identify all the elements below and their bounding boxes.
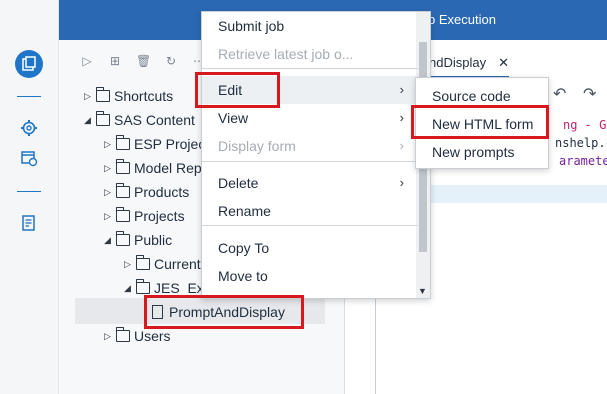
tree-item-label: ESP Project (134, 136, 210, 152)
submenu-item-new-prompts[interactable]: New prompts (416, 138, 548, 166)
code-line: nshelp.c (555, 136, 607, 150)
jobs-icon[interactable] (20, 149, 38, 167)
highlight-box-new-html-form (411, 105, 549, 139)
tree-item[interactable]: ▷ Current (124, 254, 201, 274)
chevron-down-icon[interactable]: ▼ (418, 286, 427, 296)
context-menu: ▼ Submit job Retrieve latest job o... Edit… (201, 11, 431, 299)
tree-item-label: Model Rep (134, 160, 202, 176)
refresh-icon[interactable]: ↻ (164, 54, 178, 68)
menu-item-copy-to[interactable]: Copy To (202, 234, 418, 262)
code-line: arameter (559, 154, 607, 168)
menu-item-rename[interactable]: Rename (202, 197, 418, 225)
menu-item-label: Rename (218, 203, 271, 219)
folder-icon (135, 279, 150, 294)
menu-item-retrieve-latest-job-o: Retrieve latest job o... (202, 40, 418, 68)
folder-icon (115, 231, 130, 246)
menu-item-label: Retrieve latest job o... (218, 46, 354, 62)
tree-item[interactable]: ▷ Users (104, 326, 171, 346)
tree-item-label: Current (154, 256, 201, 272)
menu-item-label: Move to (218, 268, 268, 284)
folder-icon (95, 87, 110, 102)
menu-item-label: Display form (218, 138, 296, 154)
tree-item[interactable]: ▷ Projects (104, 206, 185, 226)
folder-icon (115, 327, 130, 342)
play-icon[interactable]: ▷ (80, 54, 94, 68)
menu-divider (202, 161, 418, 162)
tab-promptanddisplay[interactable]: ndDisplay ✕ (429, 48, 509, 78)
caret-collapsed-icon[interactable]: ▷ (84, 86, 94, 106)
menu-item-move-to[interactable]: Move to (202, 262, 418, 290)
close-icon[interactable]: ✕ (498, 48, 509, 78)
gear-icon[interactable] (20, 119, 38, 137)
content-icon[interactable] (15, 50, 43, 78)
tree-item[interactable]: ▷ Products (104, 182, 189, 202)
chevron-right-icon: › (399, 110, 404, 125)
caret-collapsed-icon[interactable]: ▷ (104, 158, 114, 178)
folder-icon (95, 111, 110, 126)
tree-item[interactable]: ◢ Public (104, 230, 172, 250)
caret-collapsed-icon[interactable]: ▷ (104, 206, 114, 226)
tree-item[interactable]: ▷ Shortcuts (84, 86, 173, 106)
chevron-right-icon: › (399, 175, 404, 190)
tree-item[interactable]: ▷ ESP Project (104, 134, 209, 154)
tree-item-label: Shortcuts (114, 88, 174, 104)
menu-divider (202, 225, 418, 226)
caret-expanded-icon[interactable]: ◢ (104, 230, 114, 250)
highlight-box-promptanddisplay (144, 295, 304, 329)
chevron-right-icon: › (399, 138, 404, 153)
tree-item-label: Public (134, 232, 173, 248)
tab-label: ndDisplay (429, 55, 487, 70)
tree-item-label: SAS Content (114, 112, 195, 128)
tree-item-label: Users (134, 328, 171, 344)
app-title: b Execution (428, 12, 496, 27)
log-icon[interactable] (20, 214, 38, 232)
folder-icon (115, 135, 130, 150)
tree-item-label: Projects (134, 208, 185, 224)
caret-expanded-icon[interactable]: ◢ (124, 278, 134, 298)
highlight-box-edit (195, 72, 280, 108)
new-icon[interactable]: ⊞ (108, 54, 122, 68)
caret-collapsed-icon[interactable]: ▷ (104, 326, 114, 346)
menu-item-label: Submit job (218, 18, 285, 34)
menu-item-view[interactable]: View › (202, 104, 418, 132)
menu-item-label: View (218, 110, 249, 126)
delete-icon[interactable]: 🗑 (136, 54, 151, 68)
caret-collapsed-icon[interactable]: ▷ (124, 254, 134, 274)
menu-item-delete[interactable]: Delete › (202, 169, 418, 197)
undo-icon[interactable]: ↶ (553, 84, 566, 104)
rail-divider (17, 96, 41, 97)
folder-icon (115, 183, 130, 198)
folder-icon (135, 255, 150, 270)
menu-item-label: Copy To (218, 240, 270, 256)
rail-divider (17, 191, 41, 192)
caret-collapsed-icon[interactable]: ▷ (104, 182, 114, 202)
caret-collapsed-icon[interactable]: ▷ (104, 134, 114, 154)
redo-icon[interactable]: ↷ (583, 84, 596, 104)
code-line: ng - Ge (563, 118, 607, 132)
menu-divider (202, 68, 418, 69)
menu-item-submit-job[interactable]: Submit job (202, 12, 418, 40)
menu-item-label: Delete (218, 175, 259, 191)
caret-expanded-icon[interactable]: ◢ (84, 110, 94, 130)
folder-icon (115, 159, 130, 174)
tree-item-label: Products (134, 184, 190, 200)
tree-item[interactable]: ◢ SAS Content (84, 110, 195, 130)
folder-icon (115, 207, 130, 222)
nav-rail (0, 0, 59, 394)
tree-item[interactable]: ▷ Model Rep (104, 158, 202, 178)
chevron-right-icon: › (399, 82, 404, 97)
menu-item-display-form: Display form › (202, 132, 418, 160)
